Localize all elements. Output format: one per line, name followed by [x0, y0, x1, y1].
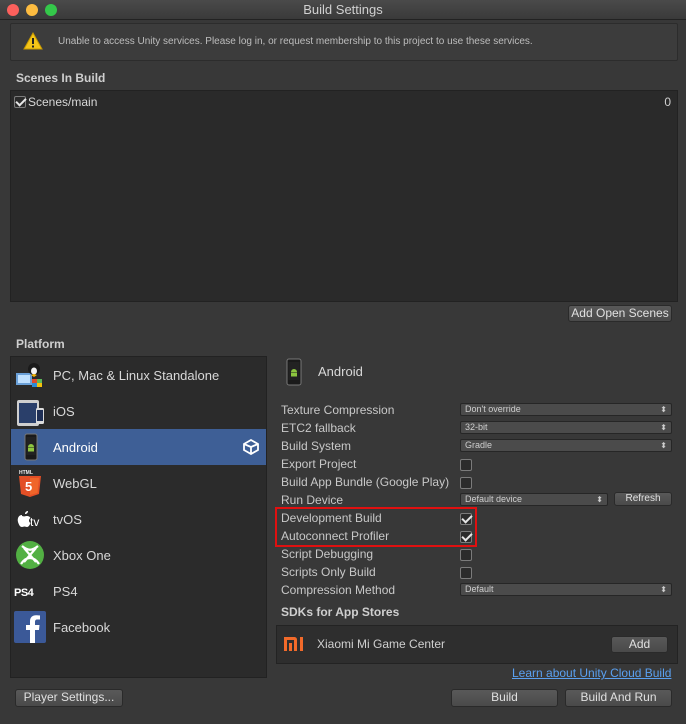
compression-method-label: Compression Method — [281, 583, 396, 597]
scene-label: Scenes/main — [28, 95, 98, 109]
facebook-icon — [14, 611, 46, 643]
platform-title: Platform — [16, 337, 65, 351]
window-title: Build Settings — [303, 2, 383, 17]
add-sdk-button[interactable]: Add — [611, 636, 668, 653]
texture-compression-label: Texture Compression — [281, 403, 395, 417]
add-open-scenes-button[interactable]: Add Open Scenes — [568, 305, 672, 322]
platform-item-tvos[interactable]: tv tvOS — [11, 501, 266, 537]
platform-item-ps4[interactable]: PS4 PS4 — [11, 573, 266, 609]
sdk-label: Xiaomi Mi Game Center — [317, 637, 446, 651]
player-settings-button[interactable]: Player Settings... — [15, 689, 123, 707]
platform-item-label: Android — [53, 440, 98, 455]
svg-text:5: 5 — [25, 479, 32, 494]
scenes-in-build-title: Scenes In Build — [16, 71, 106, 85]
platform-item-ios[interactable]: iOS — [11, 393, 266, 429]
dropdown-arrow-icon: ⬍ — [660, 405, 667, 414]
unity-logo-icon — [243, 439, 259, 455]
apple-tv-icon: tv — [17, 511, 39, 529]
dropdown-value: Default device — [465, 494, 523, 504]
scene-include-checkbox[interactable] — [14, 96, 26, 108]
scripts-only-build-checkbox[interactable] — [460, 567, 472, 579]
android-icon — [24, 433, 38, 461]
platform-item-label: Xbox One — [53, 548, 111, 563]
platform-list: PC, Mac & Linux Standalone iOS Android H… — [10, 356, 267, 678]
xbox-icon — [16, 541, 44, 569]
texture-compression-dropdown[interactable]: Don't override ⬍ — [460, 403, 672, 416]
warning-text: Unable to access Unity services. Please … — [58, 36, 533, 47]
svg-text:tv: tv — [30, 515, 39, 529]
build-and-run-button[interactable]: Build And Run — [565, 689, 672, 707]
export-project-label: Export Project — [281, 457, 357, 471]
dropdown-arrow-icon: ⬍ — [660, 423, 667, 432]
etc2-fallback-dropdown[interactable]: 32-bit ⬍ — [460, 421, 672, 434]
scripts-only-build-label: Scripts Only Build — [281, 565, 376, 579]
platform-item-label: iOS — [53, 404, 75, 419]
xiaomi-icon — [284, 637, 303, 651]
platform-item-xbox-one[interactable]: Xbox One — [11, 537, 266, 573]
platform-item-label: PS4 — [53, 584, 78, 599]
scene-index: 0 — [664, 95, 671, 109]
script-debugging-label: Script Debugging — [281, 547, 374, 561]
build-system-label: Build System — [281, 439, 352, 453]
dropdown-arrow-icon: ⬍ — [660, 585, 667, 594]
title-bar: Build Settings — [0, 0, 686, 20]
platform-item-label: PC, Mac & Linux Standalone — [53, 368, 220, 383]
html5-icon: HTML 5 — [19, 470, 41, 497]
platform-item-android[interactable]: Android — [11, 429, 266, 465]
build-button[interactable]: Build — [451, 689, 558, 707]
ps4-icon: PS4 — [14, 587, 35, 599]
etc2-fallback-label: ETC2 fallback — [281, 421, 356, 435]
dropdown-value: Default — [465, 584, 494, 594]
ios-icon — [17, 400, 44, 426]
services-warning: Unable to access Unity services. Please … — [10, 23, 678, 61]
platform-item-label: Facebook — [53, 620, 111, 635]
script-debugging-checkbox[interactable] — [460, 549, 472, 561]
platform-header-label: Android — [318, 364, 363, 379]
scene-row[interactable]: Scenes/main 0 — [13, 94, 673, 110]
svg-text:HTML: HTML — [19, 470, 33, 476]
refresh-button[interactable]: Refresh — [614, 492, 672, 506]
build-app-bundle-label: Build App Bundle (Google Play) — [281, 475, 450, 489]
export-project-checkbox[interactable] — [460, 459, 472, 471]
sdk-row: Xiaomi Mi Game Center Add — [276, 625, 678, 664]
highlight-box — [275, 507, 477, 547]
pc-mac-linux-icon — [16, 363, 42, 387]
warning-icon — [23, 32, 43, 50]
run-device-label: Run Device — [281, 493, 344, 507]
platform-item-webgl[interactable]: HTML 5 WebGL — [11, 465, 266, 501]
learn-cloud-build-link[interactable]: Learn about Unity Cloud Build — [512, 666, 671, 680]
platform-item-label: tvOS — [53, 512, 82, 527]
run-device-dropdown[interactable]: Default device ⬍ — [460, 493, 608, 506]
dropdown-arrow-icon: ⬍ — [596, 495, 603, 504]
platform-item-label: WebGL — [53, 476, 97, 491]
android-header-icon — [286, 358, 302, 386]
platform-item-facebook[interactable]: Facebook — [11, 609, 266, 645]
build-system-dropdown[interactable]: Gradle ⬍ — [460, 439, 672, 452]
dropdown-value: Gradle — [465, 440, 493, 450]
dropdown-arrow-icon: ⬍ — [660, 441, 667, 450]
platform-item-standalone[interactable]: PC, Mac & Linux Standalone — [11, 357, 266, 393]
scenes-list[interactable]: Scenes/main 0 — [10, 90, 678, 302]
svg-text:PS4: PS4 — [14, 587, 35, 599]
dropdown-value: Don't override — [465, 404, 521, 414]
compression-method-dropdown[interactable]: Default ⬍ — [460, 583, 672, 596]
build-app-bundle-checkbox[interactable] — [460, 477, 472, 489]
sdks-title: SDKs for App Stores — [281, 605, 400, 619]
build-settings-window: Build Settings Unable to access Unity se… — [0, 0, 686, 724]
dropdown-value: 32-bit — [465, 422, 488, 432]
